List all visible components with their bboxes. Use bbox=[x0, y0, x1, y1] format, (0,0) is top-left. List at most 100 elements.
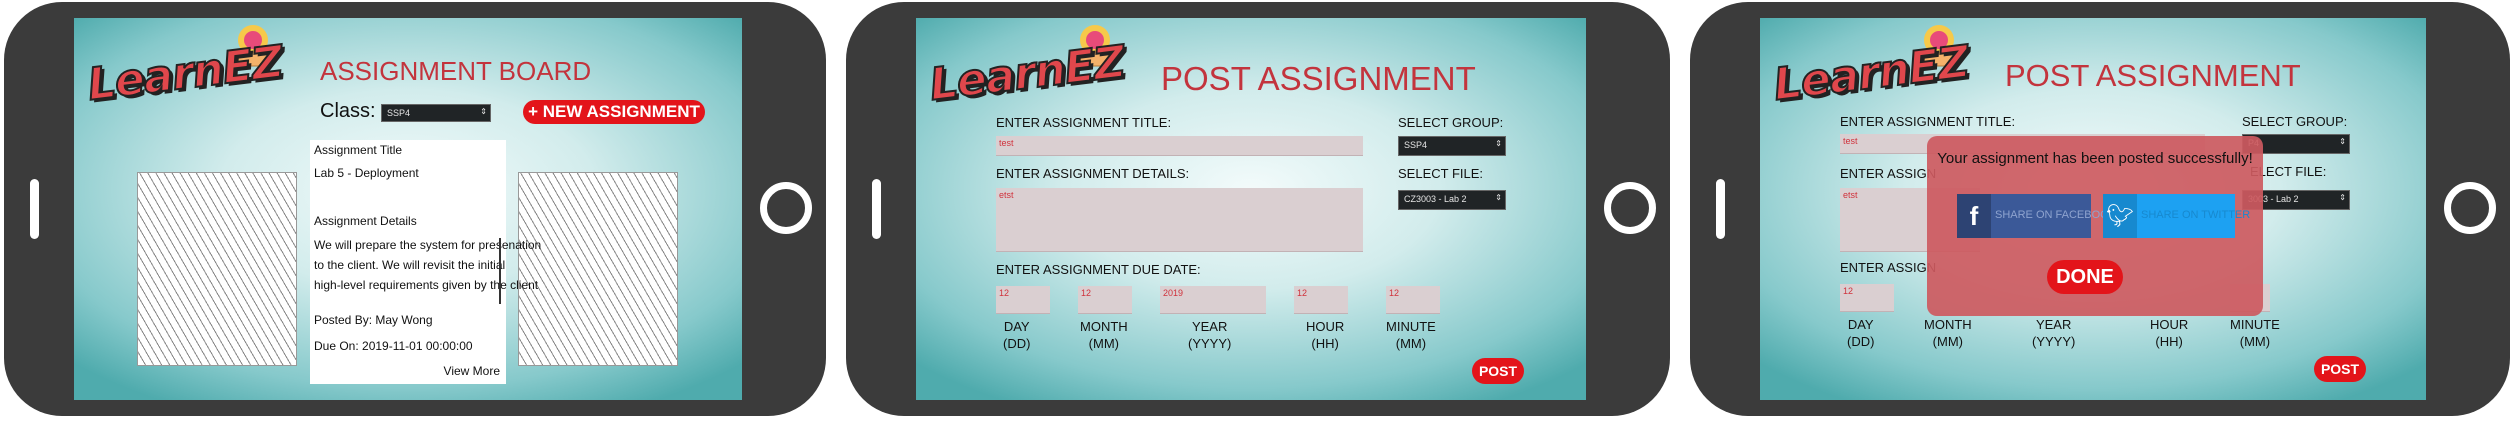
card-due-on: Due On: 2019-11-01 00:00:00 bbox=[314, 339, 473, 353]
details-label: ENTER ASSIGNMENT DETAILS: bbox=[996, 166, 1190, 181]
hour-label: HOUR bbox=[1306, 319, 1345, 334]
day-input[interactable]: 12 bbox=[1840, 284, 1894, 312]
month-input[interactable]: 12 bbox=[1078, 286, 1132, 314]
title-input[interactable]: test bbox=[996, 136, 1363, 156]
hour-caption: HOUR (HH) bbox=[1306, 318, 1344, 352]
facebook-share-button[interactable]: f SHARE ON FACEBOOK bbox=[1957, 194, 2116, 238]
logo-text: LearnEZ bbox=[926, 35, 1128, 111]
logo-text: LearnEZ bbox=[1770, 35, 1972, 111]
group-label: SELECT GROUP: bbox=[2242, 114, 2348, 129]
month-caption: MONTH (MM) bbox=[1924, 316, 1972, 350]
group-select-value: SSP4 bbox=[1404, 140, 1428, 150]
card-title-heading: Assignment Title bbox=[314, 143, 403, 157]
home-button[interactable] bbox=[760, 182, 812, 234]
success-message: Your assignment has been posted successf… bbox=[1937, 150, 2253, 167]
speaker-slot bbox=[30, 179, 39, 239]
chevron-icon: ⇕ bbox=[1495, 193, 1502, 202]
page-title: ASSIGNMENT BOARD bbox=[320, 56, 592, 86]
hour-input[interactable]: 12 bbox=[1294, 286, 1348, 314]
year-label: YEAR bbox=[2035, 317, 2072, 332]
due-date-label: ENTER ASSIGNMENT DUE DATE: bbox=[996, 262, 1201, 277]
post-button[interactable]: POST bbox=[2314, 356, 2366, 382]
group-label: SELECT GROUP: bbox=[1398, 115, 1504, 130]
file-select-value: CZ3003 - Lab 2 bbox=[1404, 194, 1467, 204]
day-caption: DAY (DD) bbox=[1003, 318, 1030, 352]
home-button[interactable] bbox=[2444, 182, 2496, 234]
month-label: MONTH bbox=[1924, 317, 1972, 332]
day-caption: DAY (DD) bbox=[1847, 316, 1874, 350]
minute-caption: MINUTE (MM) bbox=[2230, 316, 2280, 350]
details-label: ENTER ASSIGN bbox=[1840, 166, 1937, 181]
facebook-share-label: SHARE ON FACEBOOK bbox=[1995, 209, 2117, 221]
minute-format: (MM) bbox=[1395, 336, 1427, 351]
file-label: SELECT FILE: bbox=[1398, 166, 1484, 181]
card-posted-by: Posted By: May Wong bbox=[314, 313, 433, 327]
twitter-icon: 🐦︎ bbox=[2103, 194, 2137, 238]
year-input[interactable]: 2019 bbox=[1160, 286, 1266, 314]
day-input[interactable]: 12 bbox=[996, 286, 1050, 314]
month-caption: MONTH (MM) bbox=[1080, 318, 1128, 352]
twitter-share-label: SHARE ON TWITTER bbox=[2141, 209, 2251, 221]
facebook-icon: f bbox=[1957, 194, 1991, 238]
day-format: (DD) bbox=[1847, 334, 1875, 349]
phone-post: LearnEZ POST ASSIGNMENT ENTER ASSIGNMENT… bbox=[846, 2, 1670, 416]
chevron-icon: ⇕ bbox=[2339, 137, 2346, 146]
title-label: ENTER ASSIGNMENT TITLE: bbox=[1840, 114, 2016, 129]
class-select[interactable]: SSP4 ⇕ bbox=[381, 104, 491, 122]
placeholder-card-left bbox=[137, 172, 297, 366]
post-button[interactable]: POST bbox=[1472, 358, 1524, 384]
minute-input[interactable]: 12 bbox=[1386, 286, 1440, 314]
chevron-icon: ⇕ bbox=[480, 107, 487, 116]
card-details-line: high-level requirements given by the cli… bbox=[314, 278, 539, 292]
new-assignment-button[interactable]: + NEW ASSIGNMENT bbox=[523, 100, 705, 124]
chevron-icon: ⇕ bbox=[1495, 139, 1502, 148]
year-label: YEAR bbox=[1191, 319, 1228, 334]
card-scrollbar[interactable] bbox=[499, 238, 501, 304]
placeholder-card-right bbox=[518, 172, 678, 366]
hour-format: (HH) bbox=[2155, 334, 2183, 349]
card-details-line: We will prepare the system for presenati… bbox=[314, 238, 542, 252]
logo[interactable]: LearnEZ bbox=[926, 20, 1130, 130]
day-label: DAY bbox=[1847, 317, 1874, 332]
logo-text: LearnEZ bbox=[84, 35, 286, 111]
view-more-link[interactable]: View More bbox=[444, 364, 500, 378]
year-caption: YEAR (YYYY) bbox=[1188, 318, 1231, 352]
hour-label: HOUR bbox=[2150, 317, 2189, 332]
class-label: Class: bbox=[320, 100, 376, 122]
speaker-slot bbox=[1716, 179, 1725, 239]
board-screen: LearnEZ ASSIGNMENT BOARD Class: SSP4 ⇕ + … bbox=[74, 18, 742, 400]
class-select-value: SSP4 bbox=[387, 108, 411, 118]
phone-board: LearnEZ ASSIGNMENT BOARD Class: SSP4 ⇕ + … bbox=[4, 2, 826, 416]
done-button[interactable]: DONE bbox=[2047, 260, 2123, 294]
month-format: (MM) bbox=[1932, 334, 1963, 349]
year-format: (YYYY) bbox=[1188, 336, 1232, 351]
title-label: ENTER ASSIGNMENT TITLE: bbox=[996, 115, 1172, 130]
group-select[interactable]: SSP4 ⇕ bbox=[1398, 136, 1506, 156]
home-button[interactable] bbox=[1604, 182, 1656, 234]
month-format: (MM) bbox=[1088, 336, 1119, 351]
card-details-heading: Assignment Details bbox=[314, 214, 417, 228]
month-label: MONTH bbox=[1080, 319, 1128, 334]
page-title: POST ASSIGNMENT bbox=[1161, 60, 1476, 97]
day-format: (DD) bbox=[1003, 336, 1031, 351]
chevron-icon: ⇕ bbox=[2339, 193, 2346, 202]
assignment-card[interactable]: Assignment Title Lab 5 - Deployment Assi… bbox=[310, 140, 541, 384]
minute-label: MINUTE bbox=[2230, 317, 2280, 332]
card-details-line: to the client. We will revisit the initi… bbox=[314, 258, 506, 272]
minute-format: (MM) bbox=[2239, 334, 2271, 349]
page-title: POST ASSIGNMENT bbox=[2005, 58, 2301, 93]
day-label: DAY bbox=[1003, 319, 1030, 334]
minute-caption: MINUTE (MM) bbox=[1386, 318, 1436, 352]
logo[interactable]: LearnEZ bbox=[84, 20, 288, 130]
year-caption: YEAR (YYYY) bbox=[2032, 316, 2075, 350]
details-textarea[interactable]: etst bbox=[996, 188, 1363, 252]
due-date-label: ENTER ASSIGN bbox=[1840, 260, 1937, 275]
success-dialog: Your assignment has been posted successf… bbox=[1927, 136, 2263, 316]
phone-success: LearnEZ POST ASSIGNMENT ENTER ASSIGNMENT… bbox=[1690, 2, 2510, 416]
file-select[interactable]: CZ3003 - Lab 2 ⇕ bbox=[1398, 190, 1506, 210]
success-screen: LearnEZ POST ASSIGNMENT ENTER ASSIGNMENT… bbox=[1760, 18, 2426, 400]
minute-label: MINUTE bbox=[1386, 319, 1436, 334]
hour-format: (HH) bbox=[1311, 336, 1339, 351]
year-format: (YYYY) bbox=[2032, 334, 2076, 349]
twitter-share-button[interactable]: 🐦︎ SHARE ON TWITTER bbox=[2103, 194, 2250, 238]
